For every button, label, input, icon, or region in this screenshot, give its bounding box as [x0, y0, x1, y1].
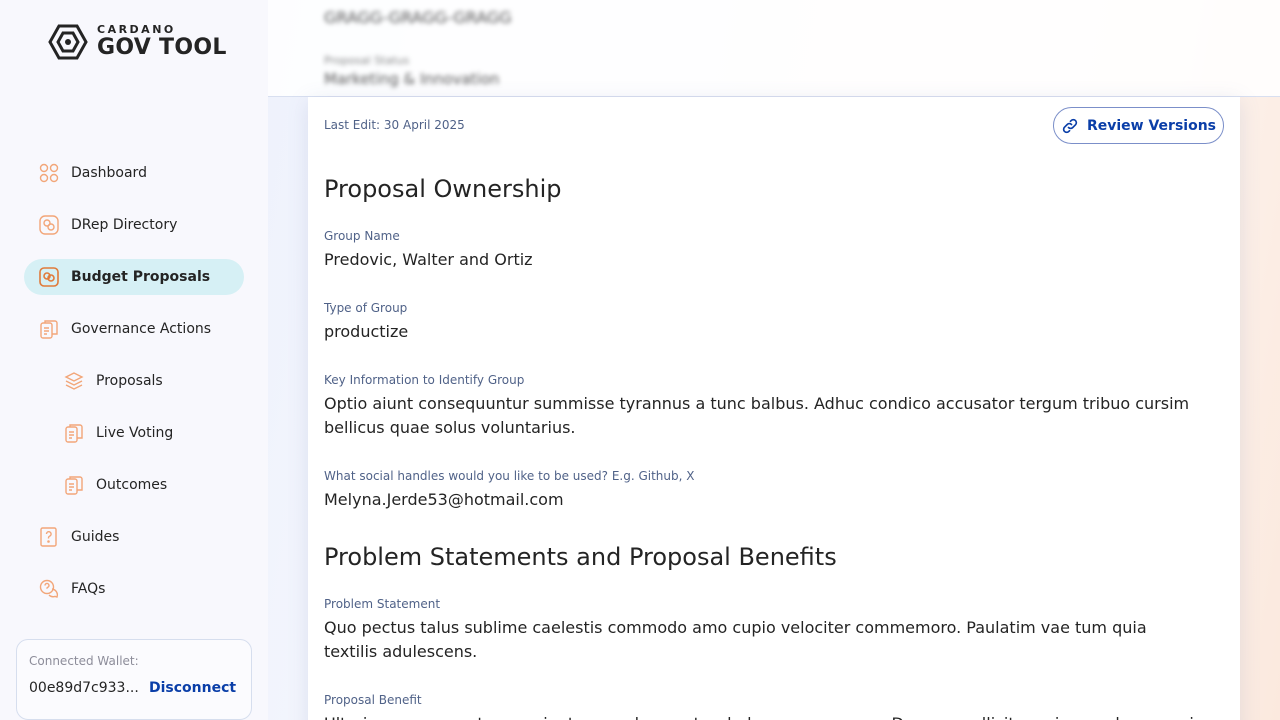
sidebar-item-governance-actions[interactable]: Governance Actions	[24, 311, 244, 347]
sidebar-item-dashboard[interactable]: Dashboard	[24, 155, 244, 191]
sidebar-item-outcomes[interactable]: Outcomes	[24, 467, 244, 503]
wallet-label: Connected Wallet:	[29, 654, 139, 668]
sidebar-item-label: Live Voting	[96, 425, 174, 441]
dashboard-icon	[39, 163, 59, 183]
proposal-details-card: Last Edit: 30 April 2025 Review Versions…	[308, 97, 1240, 720]
social-handles-label: What social handles would you like to be…	[324, 469, 695, 483]
key-info-label: Key Information to Identify Group	[324, 373, 525, 387]
budget-icon	[39, 267, 59, 287]
connected-wallet-panel: Connected Wallet: 00e89d7c933... Disconn…	[16, 639, 252, 720]
review-versions-label: Review Versions	[1086, 117, 1217, 134]
faq-icon	[39, 579, 59, 598]
header-blurred-label: Proposal Status	[324, 54, 410, 67]
sidebar-item-guides[interactable]: Guides	[24, 519, 244, 555]
problem-statement-value: Quo pectus talus sublime caelestis commo…	[324, 618, 1147, 661]
layers-icon	[64, 372, 84, 390]
header-blurred-value: Marketing & Innovation	[324, 70, 500, 88]
group-type-label: Type of Group	[324, 301, 408, 315]
social-handles-value: Melyna.Jerde53@hotmail.com	[324, 490, 564, 509]
proposal-benefit-value: Ulterius conqueror tonsor aiunt careo de…	[324, 712, 1204, 720]
disconnect-button[interactable]: Disconnect	[149, 680, 236, 696]
sidebar-item-faqs[interactable]: FAQs	[24, 571, 244, 607]
review-versions-button[interactable]: Review Versions	[1053, 107, 1224, 144]
wallet-address: 00e89d7c933...	[29, 680, 139, 696]
key-info-value: Optio aiunt consequuntur summisse tyrann…	[324, 394, 1190, 437]
link-icon	[1062, 118, 1078, 133]
cardano-logo-icon	[48, 24, 88, 59]
problem-statement-label: Problem Statement	[324, 597, 441, 611]
governance-icon	[40, 320, 58, 339]
sidebar-item-budget-proposals[interactable]: Budget Proposals	[24, 259, 244, 295]
sidebar-item-label: DRep Directory	[71, 217, 178, 233]
sidebar-item-proposals[interactable]: Proposals	[24, 363, 244, 399]
sidebar-item-label: Budget Proposals	[71, 269, 211, 285]
section-title-ownership: Proposal Ownership	[324, 175, 562, 203]
sidebar-item-drep-directory[interactable]: DRep Directory	[24, 207, 244, 243]
logo[interactable]: CARDANO GOV TOOL	[48, 23, 227, 60]
sidebar-item-live-voting[interactable]: Live Voting	[24, 415, 244, 451]
sidebar-item-label: Dashboard	[71, 165, 147, 181]
last-edit-date: Last Edit: 30 April 2025	[324, 118, 465, 132]
sidebar-nav: Dashboard DRep Directory Budget Proposal…	[24, 155, 244, 623]
logo-big-text: GOV TOOL	[97, 35, 227, 60]
proposal-benefit-label: Proposal Benefit	[324, 693, 422, 707]
group-name-value: Predovic, Walter and Ortiz	[324, 250, 533, 269]
group-type-value: productize	[324, 322, 409, 341]
drep-icon	[39, 215, 59, 235]
guide-icon	[40, 527, 57, 547]
document-icon	[65, 424, 83, 443]
sidebar-item-label: Governance Actions	[71, 321, 212, 337]
group-name-label: Group Name	[324, 229, 400, 243]
document-icon	[65, 476, 83, 495]
sidebar-item-label: Guides	[71, 529, 120, 545]
logo-text: CARDANO GOV TOOL	[97, 23, 227, 60]
proposal-header: GRAGG-GRAGG-GRAGG Proposal Status Market…	[268, 0, 1280, 97]
sidebar-item-label: Outcomes	[96, 477, 168, 493]
section-title-problem: Problem Statements and Proposal Benefits	[324, 543, 837, 571]
sidebar-item-label: Proposals	[96, 373, 163, 389]
sidebar: CARDANO GOV TOOL Dashboard DRep Director…	[0, 0, 268, 720]
header-blurred-text: GRAGG-GRAGG-GRAGG	[324, 8, 512, 27]
sidebar-item-label: FAQs	[71, 581, 106, 597]
